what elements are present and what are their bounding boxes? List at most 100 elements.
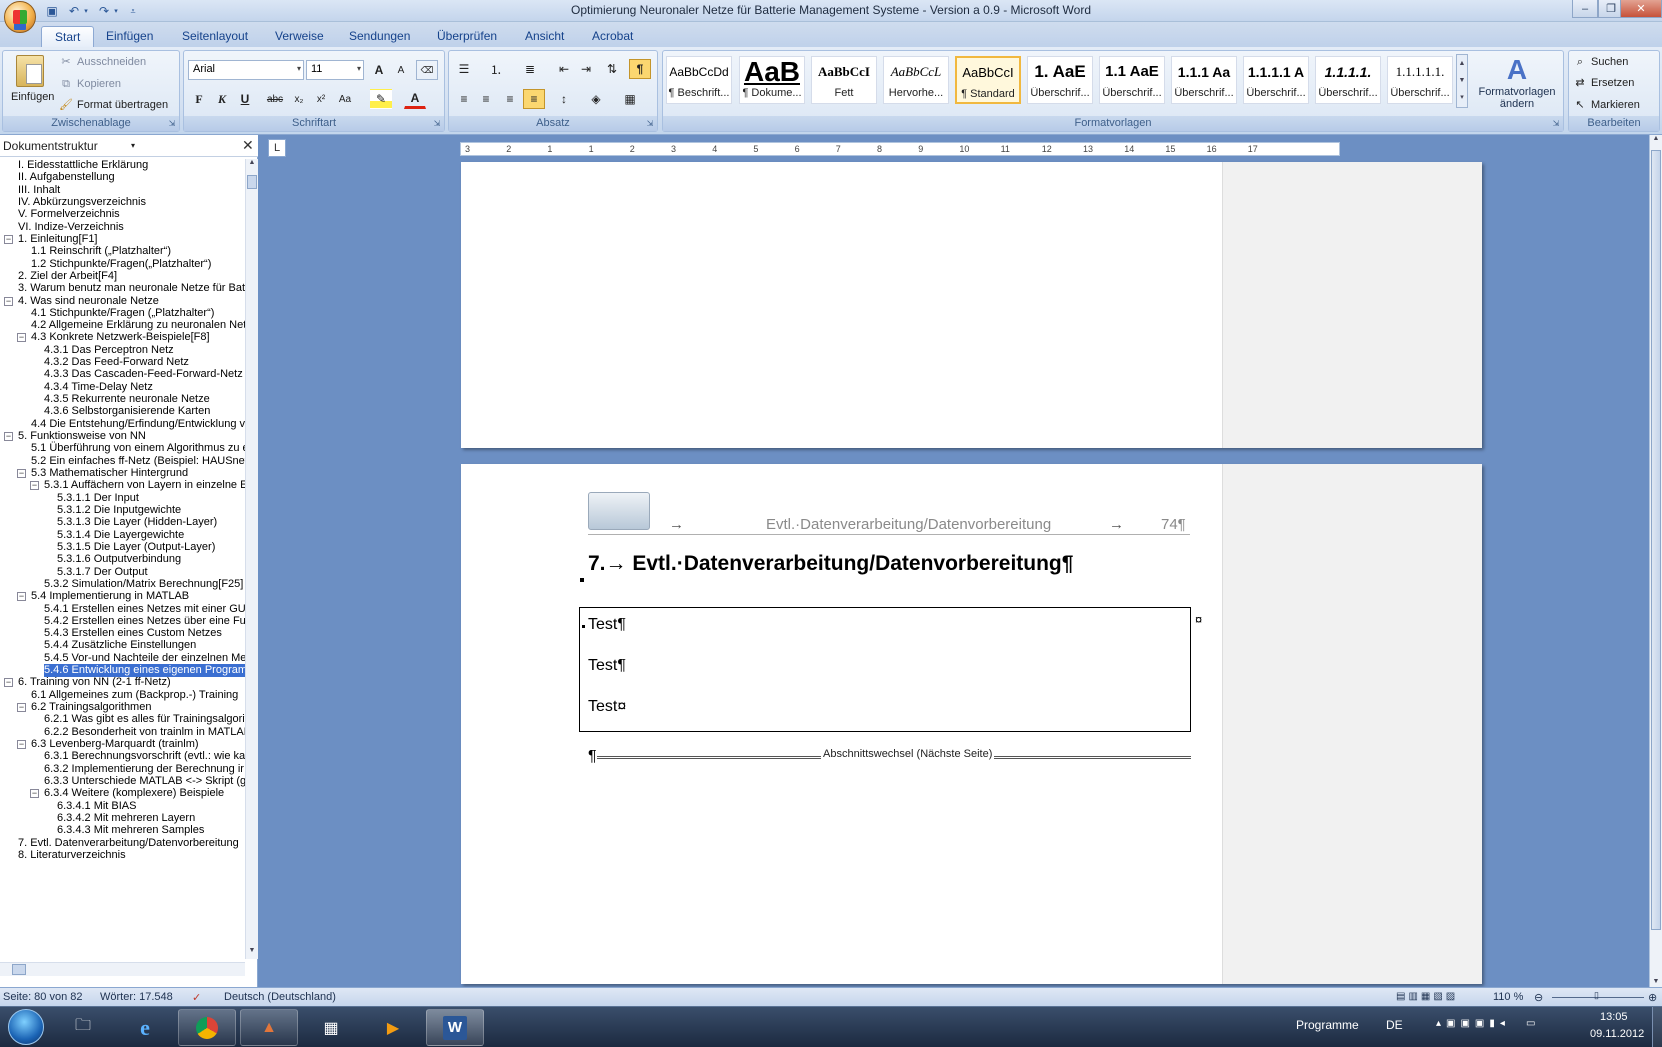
paste-button[interactable]: Einfügen <box>11 55 54 110</box>
collapse-toggle-icon[interactable]: − <box>17 592 26 602</box>
tab-acrobat[interactable]: Acrobat <box>579 26 646 47</box>
document-vertical-scrollbar[interactable]: ▲ ▼ <box>1649 135 1662 987</box>
page-count[interactable]: Seite: 80 von 82 <box>3 991 83 1003</box>
change-styles-button[interactable]: A Formatvorlagen ändern <box>1474 54 1560 112</box>
change-case-button[interactable]: Aa <box>334 89 356 109</box>
tab-verweise[interactable]: Verweise <box>262 26 337 47</box>
style-hervorhebung[interactable]: AaBbCcL Hervorhe... <box>883 56 949 104</box>
numbering-icon[interactable]: ⒈ <box>485 59 507 79</box>
zoom-out-icon[interactable]: ⊖ <box>1534 991 1543 1004</box>
chrome-icon[interactable] <box>178 1009 236 1046</box>
format-painter-button[interactable]: 🖌 Format übertragen <box>59 98 168 112</box>
styles-scroll-icon[interactable]: ▲ ▼ ▾ <box>1456 54 1468 108</box>
underline-button[interactable]: U <box>234 89 256 109</box>
copy-button[interactable]: ⧉ Kopieren <box>59 77 121 91</box>
style-fett[interactable]: AaBbCcI Fett <box>811 56 877 104</box>
collapse-toggle-icon[interactable]: − <box>30 481 39 491</box>
internet-explorer-icon[interactable]: e <box>116 1009 174 1046</box>
table-line[interactable]: Test¶ <box>588 616 626 634</box>
explorer-icon[interactable]: 🗀 <box>54 1009 112 1046</box>
programs-toolbar[interactable]: Programme <box>1296 1018 1359 1032</box>
align-center-icon[interactable]: ≡ <box>475 89 497 109</box>
collapse-toggle-icon[interactable]: − <box>17 703 26 713</box>
show-desktop-button[interactable] <box>1652 1007 1662 1047</box>
collapse-toggle-icon[interactable]: − <box>17 333 26 343</box>
minimize-button[interactable]: ‒ <box>1572 0 1598 18</box>
action-center-icon[interactable]: ▭ <box>1526 1018 1535 1029</box>
zoom-in-icon[interactable]: ⊕ <box>1648 991 1657 1004</box>
style-ueberschrift-1[interactable]: 1. AaE Überschrif... <box>1027 56 1093 104</box>
style-dokument[interactable]: AaB ¶ Dokume... <box>739 56 805 104</box>
decrease-indent-icon[interactable]: ⇤ <box>553 59 575 79</box>
word-count[interactable]: Wörter: 17.548 <box>100 991 173 1003</box>
select-button[interactable]: ↖ Markieren <box>1573 98 1640 112</box>
shrink-font-button[interactable]: A <box>390 60 412 80</box>
spelling-check-icon[interactable]: ✓ <box>192 991 201 1004</box>
strikethrough-button[interactable]: abc <box>264 89 286 109</box>
shading-icon[interactable]: ◈ <box>585 89 607 109</box>
chapter-heading[interactable]: 7.→ Evtl.·Datenverarbeitung/Datenvorbere… <box>588 552 1073 576</box>
media-player-icon[interactable]: ▶ <box>364 1009 422 1046</box>
find-button[interactable]: ⌕ Suchen <box>1573 55 1628 69</box>
show-formatting-button[interactable]: ¶ <box>629 59 651 79</box>
line-spacing-icon[interactable]: ↕ <box>553 89 575 109</box>
start-button[interactable] <box>8 1009 44 1045</box>
font-size-combo[interactable]: 11 ▾ <box>306 60 364 80</box>
style-ueberschrift-4[interactable]: 1.1.1.1 A Überschrif... <box>1243 56 1309 104</box>
style-ueberschrift-6[interactable]: 1.1.1.1.1. Überschrif... <box>1387 56 1453 104</box>
collapse-toggle-icon[interactable]: − <box>4 296 13 306</box>
tray-icons[interactable]: ▴▣▣▣▮◂ <box>1436 1018 1510 1029</box>
office-button[interactable] <box>4 1 36 33</box>
font-name-combo[interactable]: Arial ▾ <box>188 60 304 80</box>
style-ueberschrift-2[interactable]: 1.1 AaE Überschrif... <box>1099 56 1165 104</box>
language-indicator[interactable]: Deutsch (Deutschland) <box>224 991 336 1003</box>
table-line[interactable]: Test¤ <box>588 698 626 716</box>
zoom-slider-thumb[interactable]: ▯ <box>1594 990 1599 1001</box>
increase-indent-icon[interactable]: ⇥ <box>575 59 597 79</box>
sort-icon[interactable]: ⇅ <box>601 59 623 79</box>
document-map-dropdown[interactable]: Dokumentstruktur ▾ <box>2 138 138 154</box>
style-ueberschrift-3[interactable]: 1.1.1 Aa Überschrif... <box>1171 56 1237 104</box>
calculator-icon[interactable]: ▦ <box>302 1009 360 1046</box>
tab-sendungen[interactable]: Sendungen <box>336 26 423 47</box>
word-taskbar-icon[interactable]: W <box>426 1009 484 1046</box>
collapse-toggle-icon[interactable]: − <box>30 789 39 799</box>
close-pane-icon[interactable]: ✕ <box>242 137 254 154</box>
multilevel-list-icon[interactable]: ≣ <box>519 59 541 79</box>
matlab-icon[interactable]: ▲ <box>240 1009 298 1046</box>
styles-launcher-icon[interactable]: ⇲ <box>1551 119 1561 129</box>
grow-font-button[interactable]: A <box>368 60 390 80</box>
content-table[interactable]: Test¶ Test¶ Test¤ <box>579 607 1191 732</box>
italic-button[interactable]: K <box>211 89 233 109</box>
language-bar[interactable]: DE <box>1386 1018 1403 1032</box>
table-line[interactable]: Test¶ <box>588 657 626 675</box>
subscript-button[interactable]: x₂ <box>288 89 310 109</box>
paragraph-launcher-icon[interactable]: ⇲ <box>645 119 655 129</box>
collapse-toggle-icon[interactable]: − <box>17 740 26 750</box>
style-standard[interactable]: AaBbCcI ¶ Standard <box>955 56 1021 104</box>
tab-einfuegen[interactable]: Einfügen <box>93 26 166 47</box>
bold-button[interactable]: F <box>188 89 210 109</box>
justify-icon[interactable]: ≡ <box>523 89 545 109</box>
collapse-toggle-icon[interactable]: − <box>4 432 13 442</box>
tab-seitenlayout[interactable]: Seitenlayout <box>169 26 261 47</box>
tab-ueberpruefen[interactable]: Überprüfen <box>424 26 510 47</box>
superscript-button[interactable]: x² <box>310 89 332 109</box>
zoom-level[interactable]: 110 % <box>1493 991 1523 1003</box>
nav-horizontal-scrollbar[interactable] <box>0 962 245 976</box>
collapse-toggle-icon[interactable]: − <box>4 234 13 244</box>
collapse-toggle-icon[interactable]: − <box>17 469 26 478</box>
clock-date[interactable]: 09.11.2012 <box>1590 1028 1644 1040</box>
clear-format-button[interactable]: ⌫ <box>416 60 438 80</box>
align-left-icon[interactable]: ≡ <box>453 89 475 109</box>
cut-button[interactable]: ✂ Ausschneiden <box>59 55 146 69</box>
horizontal-ruler[interactable]: 3 2 1 1 2 3 4 5 6 7 8 9 10 11 12 13 14 15 16 17 <box>460 142 1340 156</box>
tab-start[interactable]: Start <box>41 26 95 47</box>
font-launcher-icon[interactable]: ⇲ <box>432 119 442 129</box>
align-right-icon[interactable]: ≡ <box>499 89 521 109</box>
replace-button[interactable]: ⇄ Ersetzen <box>1573 76 1634 90</box>
borders-icon[interactable]: ▦ <box>619 89 641 109</box>
collapse-toggle-icon[interactable]: − <box>4 678 13 688</box>
clipboard-launcher-icon[interactable]: ⇲ <box>167 119 177 129</box>
tab-ansicht[interactable]: Ansicht <box>512 26 577 47</box>
